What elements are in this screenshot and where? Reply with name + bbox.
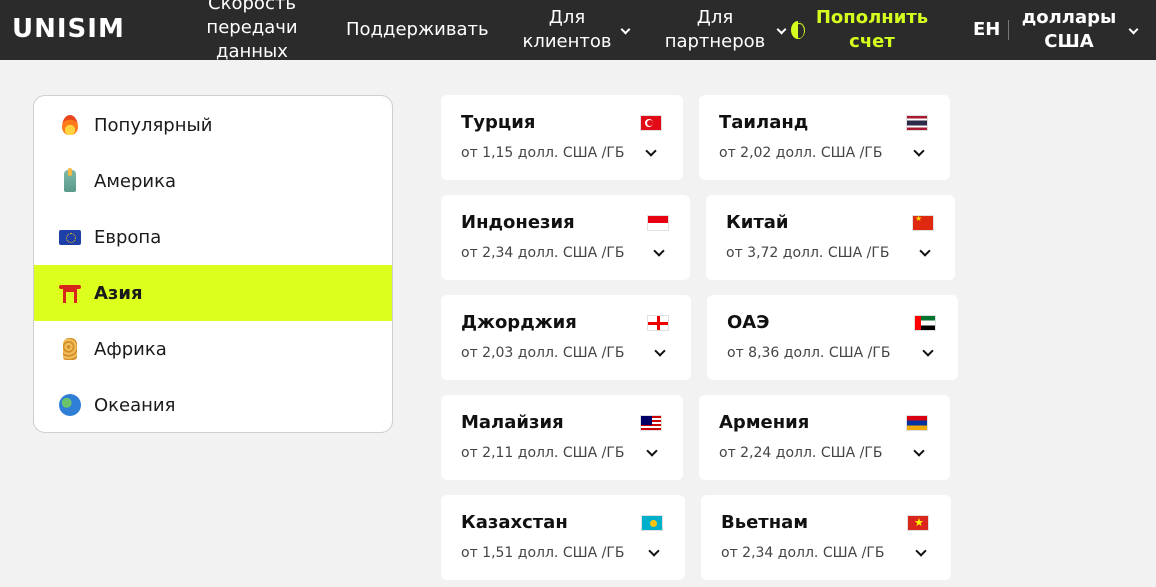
country-name: Джорджия [461, 312, 577, 333]
region-sidebar: Популярный Америка Европа Азия Африка Ок… [33, 95, 393, 433]
country-price: от 2,02 долл. США /ГБ [719, 145, 883, 161]
region-item-asia[interactable]: Азия [34, 265, 392, 321]
chevron-down-icon[interactable] [653, 245, 665, 257]
chevron-down-icon[interactable] [648, 545, 660, 557]
balance-coin-icon [791, 21, 805, 39]
country-card-china[interactable]: Китай от 3,72 долл. США /ГБ [706, 195, 955, 280]
chevron-down-icon[interactable] [913, 445, 925, 457]
georgia-flag-icon [647, 315, 669, 331]
nav-for-clients-dropdown[interactable]: Для клиентов [518, 6, 616, 54]
chevron-down-icon [620, 24, 631, 35]
chevron-down-icon[interactable] [654, 345, 666, 357]
country-name: Армения [719, 412, 810, 433]
chevron-down-icon[interactable] [913, 145, 925, 157]
chevron-down-icon [776, 24, 787, 35]
region-label: Океания [94, 394, 176, 416]
country-price: от 3,72 долл. США /ГБ [726, 245, 890, 261]
currency-selector[interactable]: доллары США [1014, 6, 1124, 54]
nav-data-speed-link[interactable]: Скорость передачи данных [192, 0, 312, 60]
country-name: Малайзия [461, 412, 564, 433]
chevron-down-icon[interactable] [922, 345, 934, 357]
country-card-armenia[interactable]: Армения от 2,24 долл. США /ГБ [699, 395, 950, 480]
vietnam-flag-icon [907, 515, 929, 531]
country-name: ОАЭ [727, 312, 770, 333]
region-item-africa[interactable]: Африка [34, 321, 392, 377]
country-price: от 1,15 долл. США /ГБ [461, 145, 625, 161]
thailand-flag-icon [906, 115, 928, 131]
country-price: от 2,34 долл. США /ГБ [461, 245, 625, 261]
top-up-balance-link[interactable]: Пополнить счет [812, 6, 932, 54]
country-card-kazakhstan[interactable]: Казахстан от 1,51 долл. США /ГБ [441, 495, 685, 580]
chevron-down-icon[interactable] [919, 245, 931, 257]
country-name: Турция [461, 112, 536, 133]
statue-of-liberty-icon [58, 168, 82, 193]
armenia-flag-icon [906, 415, 928, 431]
chevron-down-icon[interactable] [646, 445, 658, 457]
turkey-flag-icon [640, 115, 662, 131]
region-label: Азия [94, 282, 143, 304]
country-name: Индонезия [461, 212, 575, 233]
country-card-georgia[interactable]: Джорджия от 2,03 долл. США /ГБ [441, 295, 691, 380]
chevron-down-icon[interactable] [915, 545, 927, 557]
torii-gate-icon [58, 281, 82, 305]
uae-flag-icon [914, 315, 936, 331]
country-name: Вьетнам [721, 512, 809, 533]
region-label: Америка [94, 170, 176, 192]
region-item-oceania[interactable]: Океания [34, 377, 392, 432]
chevron-down-icon[interactable] [645, 145, 657, 157]
malaysia-flag-icon [640, 415, 662, 431]
nav-for-partners-dropdown[interactable]: Для партнеров [660, 6, 770, 54]
nav-support-link[interactable]: Поддерживать [346, 18, 489, 42]
unisim-logo[interactable]: UNISIM [12, 14, 125, 44]
kazakhstan-flag-icon [641, 515, 663, 531]
region-item-popular[interactable]: Популярный [34, 97, 392, 153]
top-navigation-bar: UNISIM Скорость передачи данных Поддержи… [0, 0, 1156, 60]
region-label: Популярный [94, 114, 213, 136]
country-card-uae[interactable]: ОАЭ от 8,36 долл. США /ГБ [707, 295, 958, 380]
country-price: от 8,36 долл. США /ГБ [727, 345, 891, 361]
country-name: Таиланд [719, 112, 809, 133]
indonesia-flag-icon [647, 215, 669, 231]
fire-icon [58, 113, 82, 137]
country-price: от 2,34 долл. США /ГБ [721, 545, 885, 561]
region-label: Африка [94, 338, 167, 360]
language-switcher[interactable]: EH [973, 18, 1000, 42]
country-name: Китай [726, 212, 789, 233]
chevron-down-icon [1128, 24, 1139, 35]
country-name: Казахстан [461, 512, 568, 533]
giraffe-icon [58, 337, 82, 361]
country-card-thailand[interactable]: Таиланд от 2,02 долл. США /ГБ [699, 95, 950, 180]
country-price: от 2,03 долл. США /ГБ [461, 345, 625, 361]
country-price: от 2,24 долл. США /ГБ [719, 445, 883, 461]
country-price: от 2,11 долл. США /ГБ [461, 445, 625, 461]
region-item-america[interactable]: Америка [34, 153, 392, 209]
china-flag-icon [912, 215, 934, 231]
country-card-turkey[interactable]: Турция от 1,15 долл. США /ГБ [441, 95, 683, 180]
country-card-indonesia[interactable]: Индонезия от 2,34 долл. США /ГБ [441, 195, 690, 280]
country-price: от 1,51 долл. США /ГБ [461, 545, 625, 561]
region-label: Европа [94, 226, 162, 248]
nav-divider [1008, 20, 1009, 40]
region-item-europe[interactable]: Европа [34, 209, 392, 265]
country-card-vietnam[interactable]: Вьетнам от 2,34 долл. США /ГБ [701, 495, 951, 580]
eu-flag-icon [58, 225, 82, 249]
globe-icon [58, 393, 82, 417]
country-card-malaysia[interactable]: Малайзия от 2,11 долл. США /ГБ [441, 395, 683, 480]
